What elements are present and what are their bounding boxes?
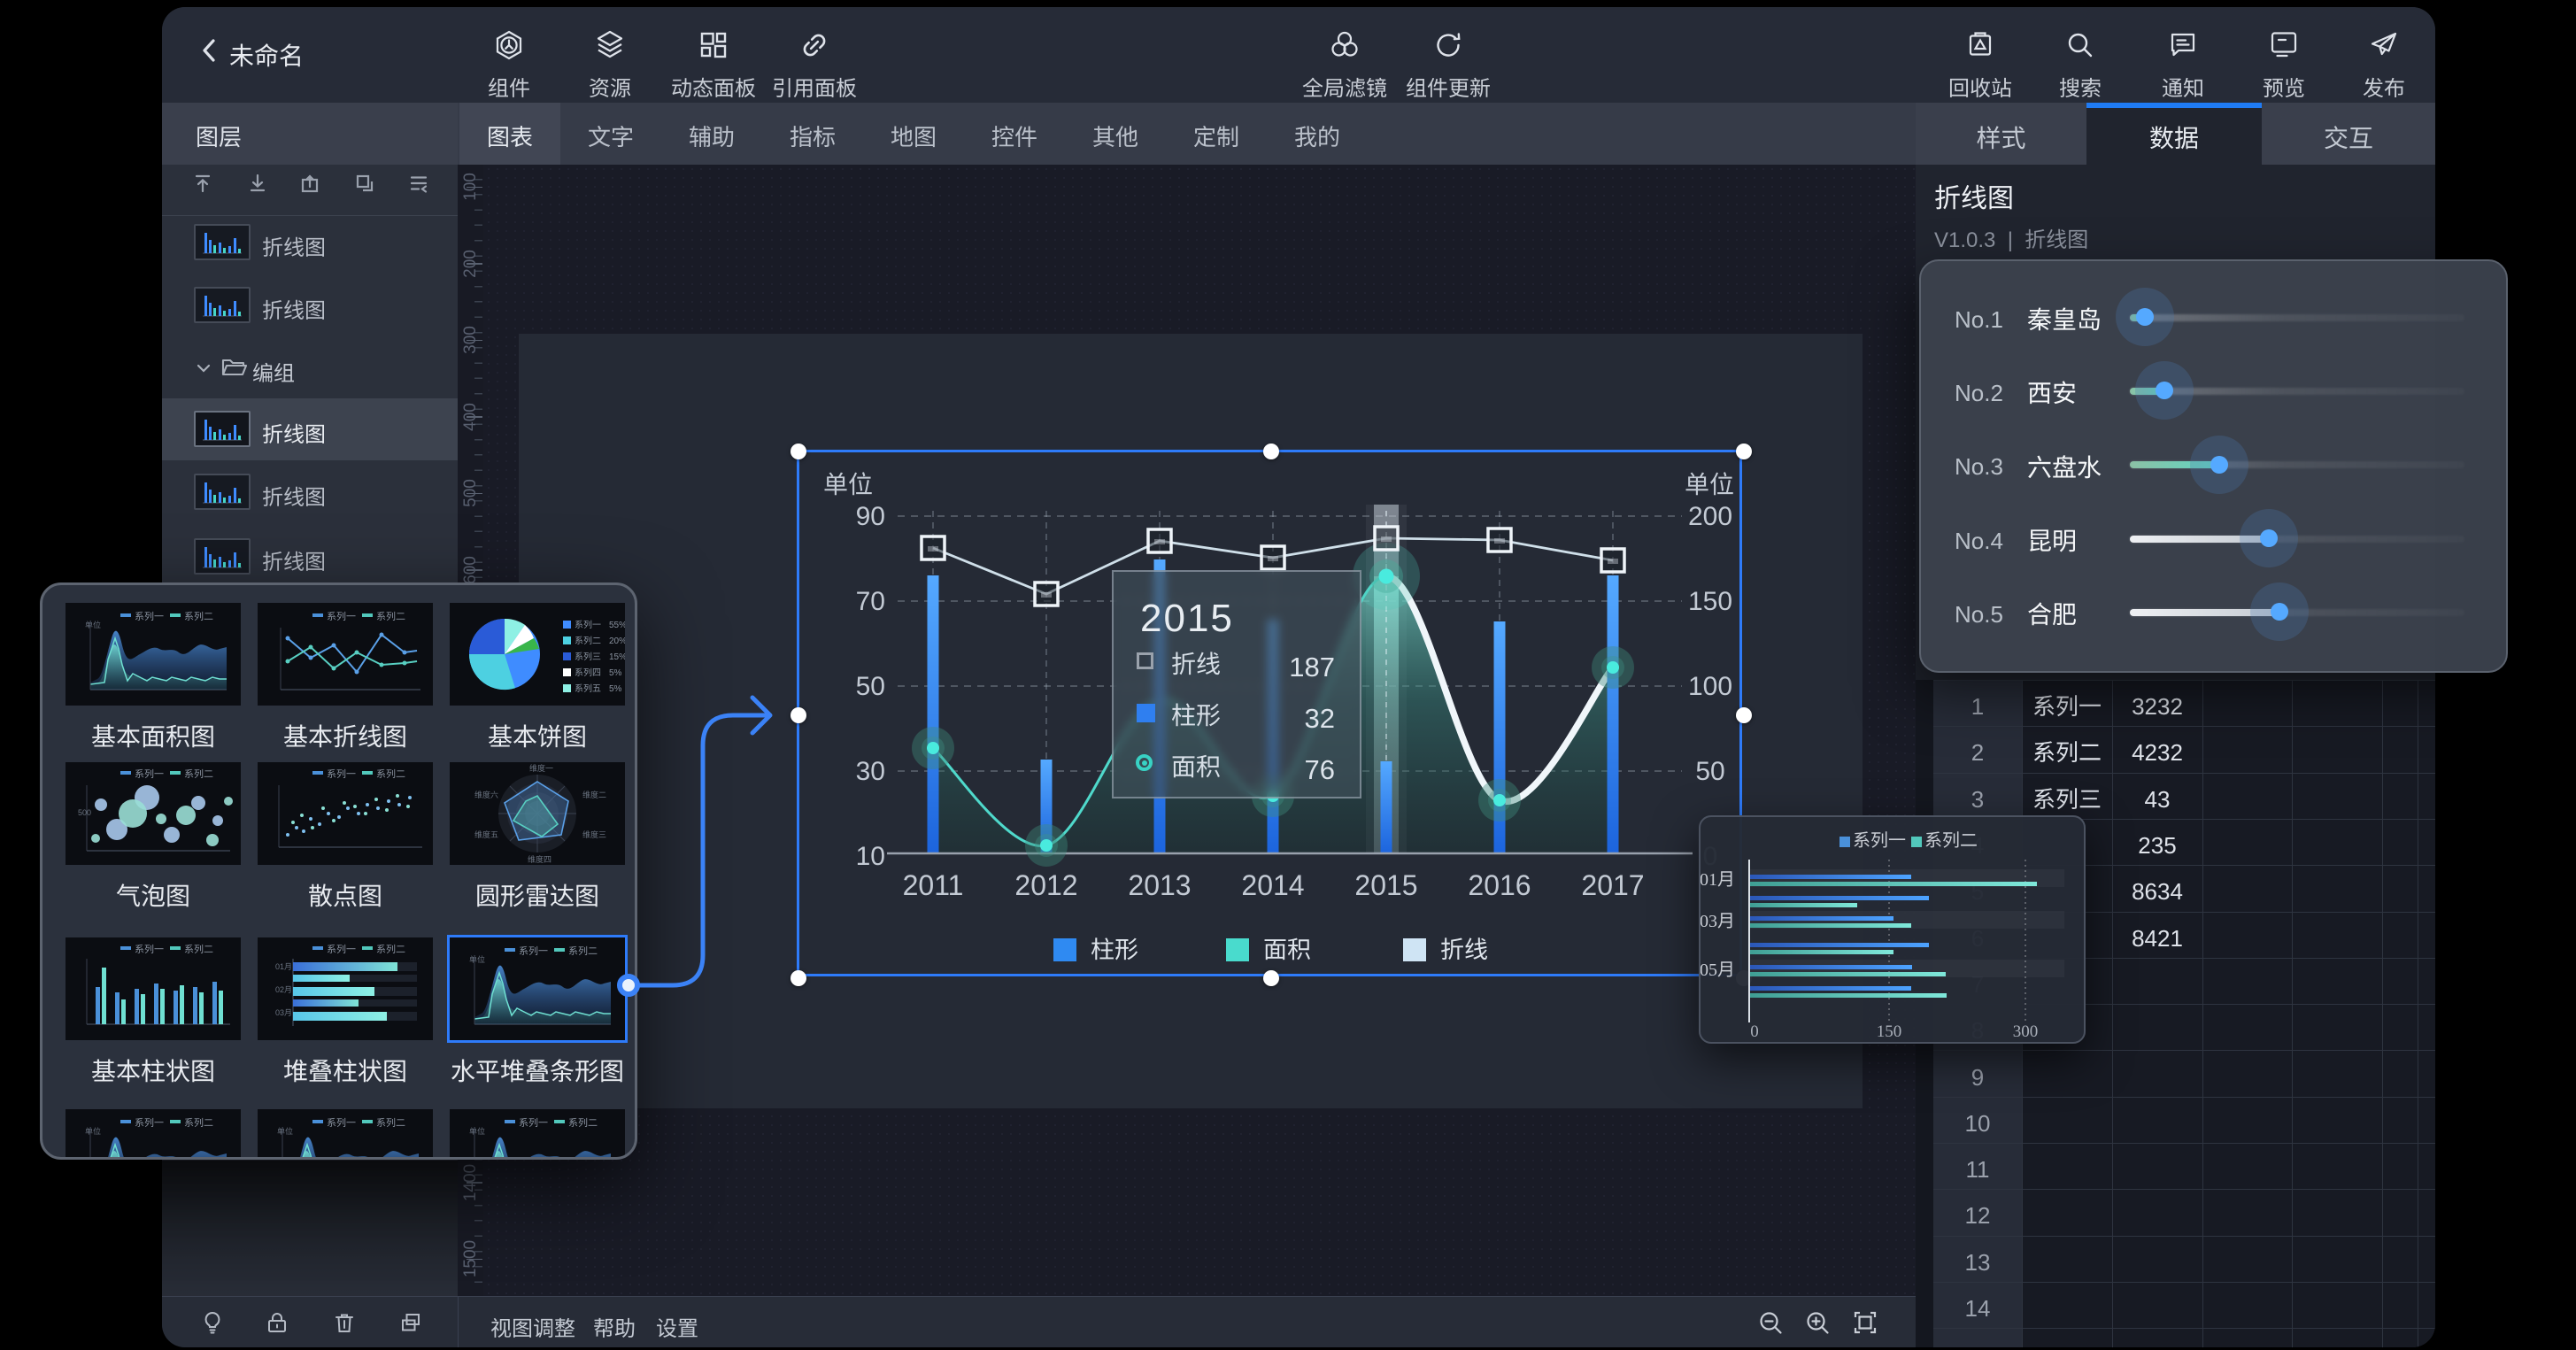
svg-text:01月: 01月 <box>1701 865 1735 891</box>
svg-text:系列一: 系列一 <box>1853 826 1906 852</box>
svg-text:05月: 05月 <box>1701 955 1735 981</box>
svg-text:03月: 03月 <box>1701 906 1735 932</box>
svg-text:0: 0 <box>1750 1018 1759 1042</box>
svg-text:300: 300 <box>2013 1018 2039 1042</box>
svg-text:150: 150 <box>1877 1018 1902 1042</box>
svg-text:系列二: 系列二 <box>1924 826 1978 852</box>
